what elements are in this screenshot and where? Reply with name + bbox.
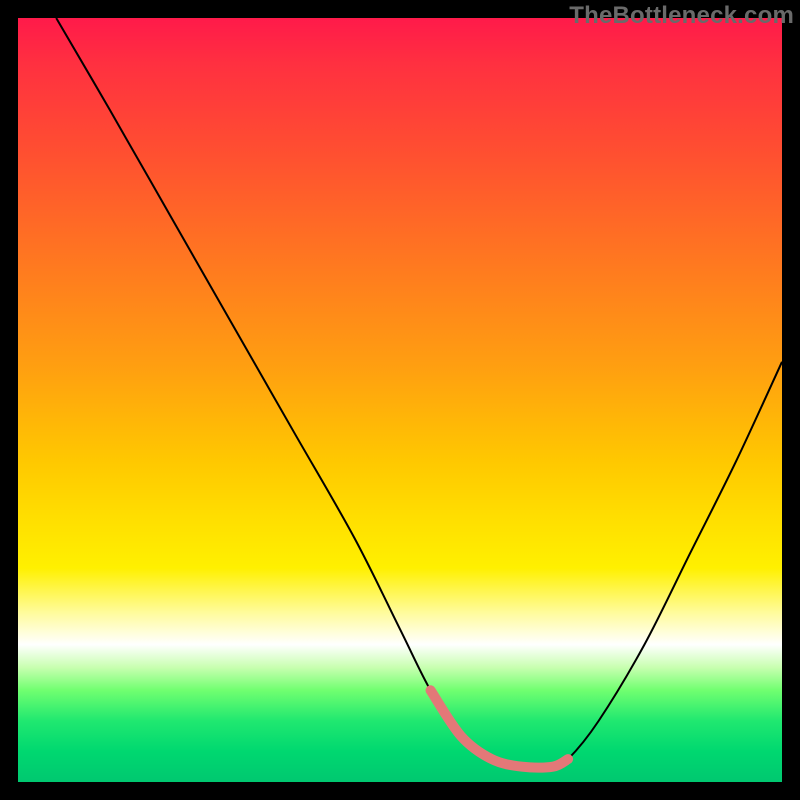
series-optimal-zone-highlight (431, 690, 569, 767)
chart-stage: TheBottleneck.com (0, 0, 800, 800)
series-bottleneck-curve (56, 18, 782, 768)
chart-curve-layer (0, 0, 800, 800)
attribution-label: TheBottleneck.com (569, 2, 794, 30)
